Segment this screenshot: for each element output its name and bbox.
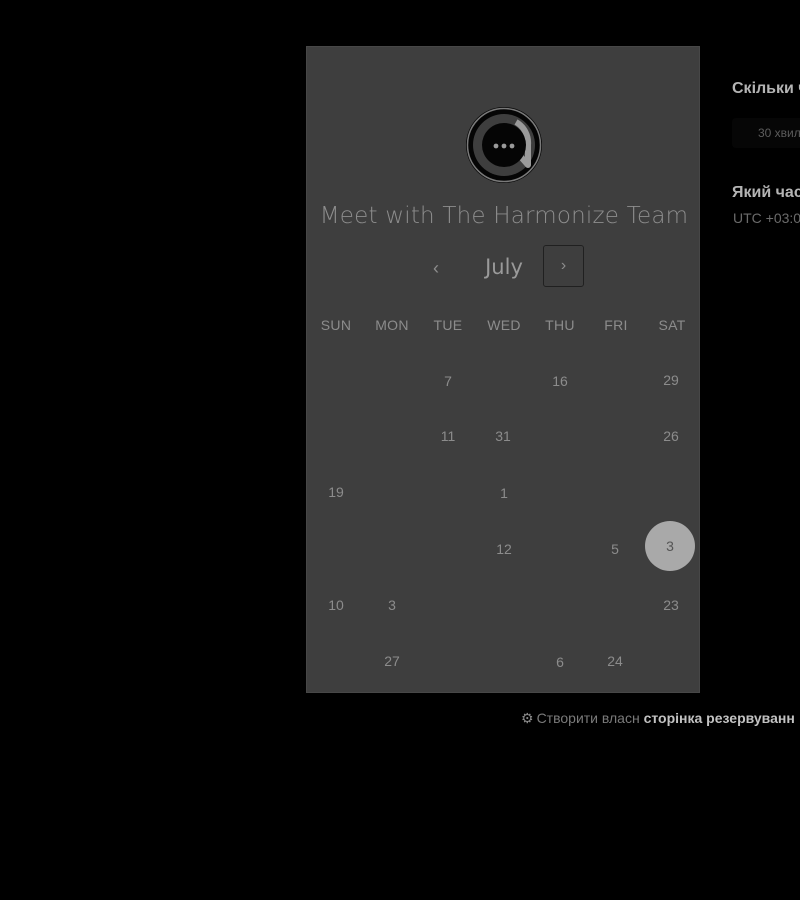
next-month-button[interactable]: › [543, 245, 584, 287]
calendar-day[interactable]: 31 [475, 428, 531, 444]
calendar-day[interactable]: 1 [476, 485, 532, 501]
calendar-day[interactable]: 24 [587, 653, 643, 669]
calendar-day[interactable]: 26 [643, 428, 699, 444]
weekday-thu: THU [545, 317, 575, 333]
weekday-tue: TUE [433, 317, 463, 333]
weekday-sun: SUN [320, 317, 352, 333]
calendar-day[interactable]: 3 [364, 597, 420, 613]
page-title: Meet with The Harmonize Team [319, 203, 689, 229]
calendar-card: Meet with The Harmonize Team ‹ July › SU… [306, 46, 700, 693]
booking-page: Meet with The Harmonize Team ‹ July › SU… [0, 0, 800, 900]
duration-heading: Скільки ч [732, 80, 800, 97]
calendar-day[interactable]: 19 [308, 484, 364, 500]
calendar-day[interactable]: 6 [532, 654, 588, 670]
calendar-day[interactable]: 16 [532, 373, 588, 389]
chevron-right-icon: › [560, 257, 567, 274]
calendar-day[interactable]: 23 [643, 597, 699, 613]
previous-month-button[interactable]: ‹ [433, 255, 439, 281]
weekday-wed: WED [487, 317, 521, 333]
calendar-day[interactable]: 12 [476, 541, 532, 557]
timezone-select[interactable]: UTC +03:0 [733, 210, 800, 226]
weekday-sat: SAT [658, 317, 686, 333]
calendar-day[interactable]: 27 [364, 653, 420, 669]
create-booking-page-link[interactable]: ⚙ Створити власн сторінка резервуванн [521, 710, 795, 727]
calendar-day[interactable]: 11 [420, 428, 476, 444]
weekday-fri: FRI [604, 317, 628, 333]
calendar-day[interactable]: 7 [420, 373, 476, 389]
duration-option-button[interactable]: 30 хвил [732, 118, 800, 148]
calendar-day-selected[interactable]: 3 [645, 521, 695, 571]
calendar-day[interactable]: 10 [308, 597, 364, 613]
month-label: July [485, 255, 523, 279]
footer-prefix: Створити власн [536, 710, 640, 726]
calendar-day[interactable]: 29 [643, 372, 699, 388]
calendar-day[interactable]: 5 [587, 541, 643, 557]
weekday-mon: MON [375, 317, 409, 333]
sprocket-icon: ⚙ [521, 710, 534, 726]
time-heading: Який час [732, 184, 800, 201]
chat-bubble-icon [466, 107, 542, 183]
chevron-left-icon: ‹ [433, 258, 439, 278]
footer-strong: сторінка резервуванн [643, 710, 795, 726]
